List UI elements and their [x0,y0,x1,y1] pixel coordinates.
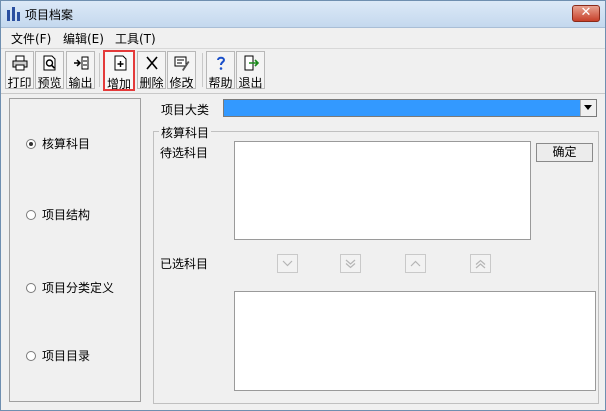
category-label: 项目大类 [161,103,210,117]
chevron-down-icon [282,260,293,267]
window-title: 项目档案 [25,8,74,22]
category-select[interactable] [223,99,597,117]
radio-unselected-icon [26,351,36,361]
group-title: 核算科目 [159,124,212,141]
preview-label: 预览 [37,76,62,90]
add-button[interactable]: 增加 [103,50,135,91]
help-label: 帮助 [208,76,233,90]
project-archive-window: 项目档案 ✕ 文件(F) 编辑(E) 工具(T) 打印 预览 输出 增加 删除 … [0,0,606,411]
radio-label: 项目分类定义 [42,281,115,295]
edit-icon [174,56,190,71]
move-up-button[interactable] [405,254,426,273]
double-chevron-down-icon [345,259,356,269]
radio-project-category[interactable]: 项目分类定义 [26,279,114,296]
preview-button[interactable]: 预览 [35,51,64,90]
chevron-down-icon [584,105,592,110]
exit-door-icon [244,55,259,71]
toolbar: 打印 预览 输出 增加 删除 修改 帮助 退出 [1,48,605,94]
close-button[interactable]: ✕ [572,5,600,22]
export-button[interactable]: 输出 [66,51,95,90]
modify-label: 修改 [169,76,194,90]
print-button[interactable]: 打印 [5,51,34,90]
preview-icon [43,55,56,71]
navigation-panel: 核算科目 项目结构 项目分类定义 项目目录 [9,98,141,402]
exit-button[interactable]: 退出 [236,51,265,90]
radio-project-structure[interactable]: 项目结构 [26,206,90,223]
double-chevron-up-icon [475,259,486,269]
candidate-label: 待选科目 [160,146,209,160]
title-bar: 项目档案 ✕ [1,1,605,28]
toolbar-separator [202,53,203,87]
selected-label: 已选科目 [160,257,209,271]
candidate-subjects-list[interactable] [234,141,531,240]
delete-button[interactable]: 删除 [137,51,166,90]
toolbar-separator [99,53,100,87]
radio-accounting-subject[interactable]: 核算科目 [26,135,90,152]
radio-label: 项目目录 [42,349,91,363]
exit-label: 退出 [238,76,263,90]
delete-icon [146,56,158,70]
dropdown-button[interactable] [580,100,596,116]
menu-tools[interactable]: 工具(T) [115,30,156,47]
radio-project-catalog[interactable]: 项目目录 [26,347,90,364]
printer-icon [12,55,28,71]
move-all-down-button[interactable] [340,254,361,273]
menu-edit[interactable]: 编辑(E) [63,30,104,47]
help-button[interactable]: 帮助 [206,51,235,90]
chevron-up-icon [410,260,421,267]
help-icon [217,56,226,70]
add-document-icon [114,55,127,71]
move-down-button[interactable] [277,254,298,273]
export-icon [74,56,89,70]
add-label: 增加 [106,77,131,91]
radio-unselected-icon [26,210,36,220]
move-all-up-button[interactable] [470,254,491,273]
export-label: 输出 [68,76,93,90]
modify-button[interactable]: 修改 [167,51,196,90]
confirm-button[interactable]: 确定 [536,143,593,162]
radio-label: 核算科目 [42,137,91,151]
menu-file[interactable]: 文件(F) [11,30,51,47]
close-icon: ✕ [580,5,592,20]
radio-selected-icon [26,139,36,149]
app-icon [7,7,20,21]
delete-label: 删除 [139,76,164,90]
radio-label: 项目结构 [42,208,91,222]
selected-subjects-list[interactable] [234,291,596,391]
radio-unselected-icon [26,283,36,293]
menu-bar: 文件(F) 编辑(E) 工具(T) [1,28,605,47]
print-label: 打印 [7,76,32,90]
